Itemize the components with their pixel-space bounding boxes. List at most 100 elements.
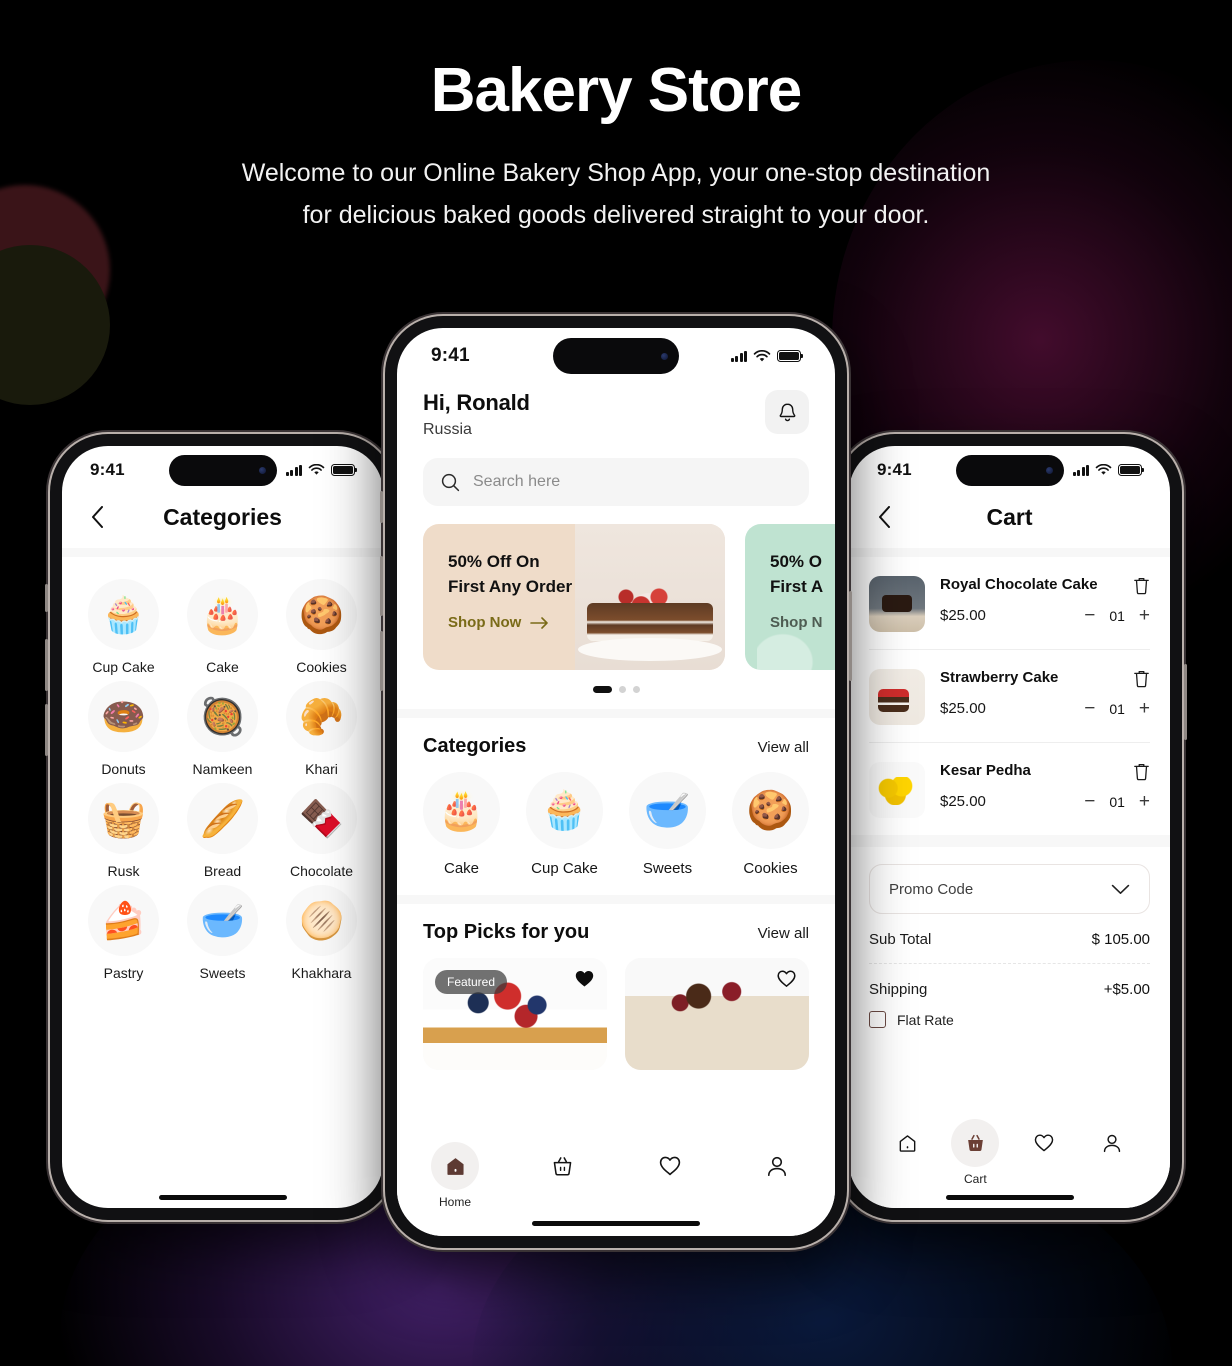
category-item[interactable]: 🍫 Chocolate	[272, 783, 371, 879]
phone-volume-down-button[interactable]	[380, 631, 383, 691]
search-input[interactable]: Search here	[423, 458, 809, 506]
carousel-dot[interactable]	[632, 686, 640, 693]
category-item[interactable]: 🍰 Pastry	[74, 885, 173, 981]
section-divider	[397, 709, 835, 718]
category-item[interactable]: 🍩 Donuts	[74, 681, 173, 777]
category-image-cookies: 🍪	[286, 579, 357, 650]
category-label: Rusk	[107, 863, 140, 879]
tab-icon-wrapper	[951, 1119, 1000, 1167]
category-item[interactable]: 🎂 Cake	[423, 772, 500, 877]
category-item[interactable]: 🧁 Cup Cake	[526, 772, 603, 877]
phone-mute-switch[interactable]	[380, 491, 383, 523]
category-item[interactable]: 🥐 Khari	[272, 681, 371, 777]
status-indicators	[1072, 464, 1145, 476]
product-card[interactable]: Featured	[423, 958, 607, 1070]
delete-item-button[interactable]	[1133, 669, 1150, 688]
cellular-signal-icon	[730, 350, 747, 362]
banner-headline-line1: 50% Off On	[448, 552, 540, 571]
promo-banner-beige[interactable]: 50% Off On First Any Order Shop Now	[423, 524, 725, 670]
bell-icon	[779, 403, 795, 421]
tab-profile[interactable]	[1084, 1119, 1140, 1172]
notification-button[interactable]	[765, 390, 809, 434]
cart-screen: 9:41 Cart Royal Chocolate Cake $25.00 − …	[849, 446, 1170, 1208]
categories-section-header: Categories View all	[397, 735, 835, 758]
category-label: Donuts	[101, 761, 146, 777]
decrease-quantity-button[interactable]: −	[1084, 699, 1095, 718]
category-label: Sweets	[199, 965, 246, 981]
shop-now-button[interactable]: Shop Now	[448, 614, 725, 631]
delete-item-button[interactable]	[1133, 762, 1150, 781]
category-label: Cookies	[296, 659, 347, 675]
decrease-quantity-button[interactable]: −	[1084, 606, 1095, 625]
tab-favorites[interactable]	[642, 1142, 698, 1195]
phone-power-button[interactable]	[849, 591, 852, 681]
increase-quantity-button[interactable]: +	[1139, 606, 1150, 625]
increase-quantity-button[interactable]: +	[1139, 699, 1150, 718]
decrease-quantity-button[interactable]: −	[1084, 792, 1095, 811]
favorite-button[interactable]	[574, 969, 595, 988]
promo-banner-carousel[interactable]: 50% Off On First Any Order Shop Now 50% …	[397, 506, 835, 670]
category-item[interactable]: 🎂 Cake	[173, 579, 272, 675]
flat-rate-checkbox[interactable]	[869, 1011, 886, 1028]
category-label: Cup Cake	[531, 860, 598, 877]
promo-banner-green[interactable]: 50% O First A Shop N	[745, 524, 835, 670]
tab-home[interactable]: Home	[427, 1142, 483, 1209]
tab-profile[interactable]	[749, 1142, 805, 1195]
section-divider	[849, 835, 1170, 847]
tab-favorites[interactable]	[1016, 1119, 1072, 1172]
chevron-left-icon	[91, 506, 103, 528]
category-item[interactable]: 🥘 Namkeen	[173, 681, 272, 777]
category-image-khari: 🥐	[286, 681, 357, 752]
increase-quantity-button[interactable]: +	[1139, 792, 1150, 811]
category-item[interactable]: 🫓 Khakhara	[272, 885, 371, 981]
delete-item-button[interactable]	[1133, 576, 1150, 595]
summary-value: +$5.00	[1103, 981, 1150, 998]
phone-mockup-cart: 9:41 Cart Royal Chocolate Cake $25.00 − …	[832, 434, 1187, 1220]
chevron-left-icon	[878, 506, 890, 528]
favorite-button[interactable]	[776, 969, 797, 988]
category-image-cup-cake: 🧁	[88, 579, 159, 650]
tab-cart[interactable]: Cart	[947, 1119, 1003, 1186]
category-label: Namkeen	[192, 761, 253, 777]
category-item[interactable]: 🧺 Rusk	[74, 783, 173, 879]
phone-volume-down-button[interactable]	[45, 704, 48, 756]
trash-icon	[1134, 670, 1149, 688]
shop-now-button[interactable]: Shop N	[770, 614, 835, 631]
carousel-dot[interactable]	[618, 686, 626, 693]
category-image-cookies: 🍪	[732, 772, 809, 849]
screen-title: Categories	[163, 503, 282, 530]
tab-cart[interactable]	[534, 1142, 590, 1195]
flat-rate-option[interactable]: Flat Rate	[869, 1011, 1150, 1028]
category-item[interactable]: 🍪 Cookies	[272, 579, 371, 675]
heart-filled-icon	[575, 971, 594, 987]
status-time: 9:41	[431, 345, 470, 366]
featured-badge: Featured	[435, 970, 508, 994]
view-all-categories-link[interactable]: View all	[758, 739, 809, 756]
product-card[interactable]	[625, 958, 809, 1070]
phone-mute-switch[interactable]	[45, 584, 48, 612]
phone-volume-up-button[interactable]	[45, 639, 48, 691]
status-time: 9:41	[877, 460, 912, 479]
view-all-top-picks-link[interactable]: View all	[758, 925, 809, 942]
dynamic-island	[553, 338, 679, 374]
carousel-pagination[interactable]	[397, 686, 835, 693]
home-screen: 9:41 Hi, Ronald Russia Search here 50% O…	[397, 328, 835, 1236]
wifi-icon	[753, 349, 771, 361]
back-button[interactable]	[84, 504, 110, 530]
carousel-dot-active[interactable]	[592, 686, 612, 693]
phone-volume-up-button[interactable]	[380, 556, 383, 616]
category-item[interactable]: 🥣 Sweets	[629, 772, 706, 877]
category-item[interactable]: 🧁 Cup Cake	[74, 579, 173, 675]
category-item[interactable]: 🥖 Bread	[173, 783, 272, 879]
category-item[interactable]: 🍪 Cookies	[732, 772, 809, 877]
phone-power-button[interactable]	[1184, 664, 1187, 740]
tab-home[interactable]	[879, 1119, 935, 1172]
promo-code-dropdown[interactable]: Promo Code	[869, 864, 1150, 914]
tab-label: Home	[438, 1195, 471, 1209]
tab-icon-wrapper	[431, 1142, 479, 1190]
top-picks-section-header: Top Picks for you View all	[397, 921, 835, 944]
summary-row-shipping: Shipping +$5.00	[869, 964, 1150, 998]
category-label: Cake	[443, 860, 480, 877]
category-item[interactable]: 🥣 Sweets	[173, 885, 272, 981]
back-button[interactable]	[871, 504, 897, 530]
